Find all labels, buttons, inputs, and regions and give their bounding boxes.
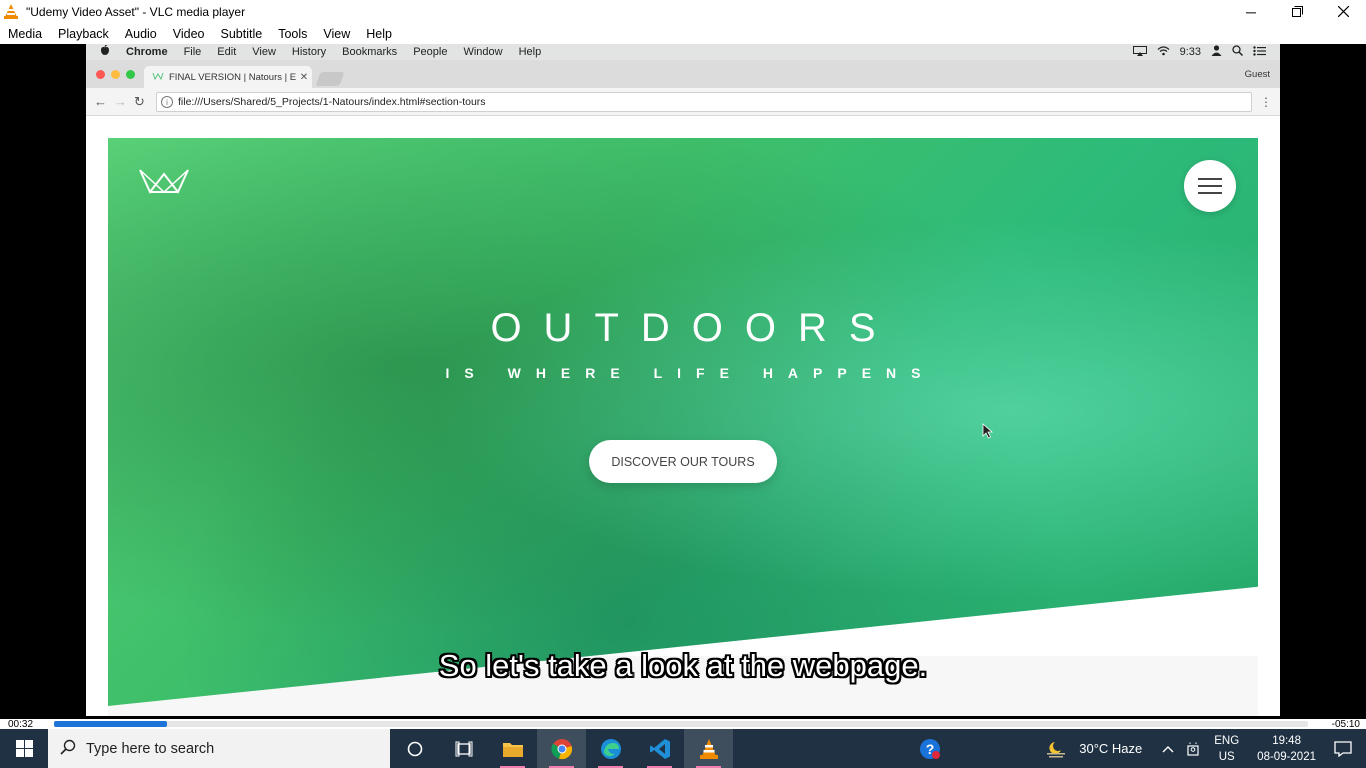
menu-playback[interactable]: Playback	[50, 27, 117, 41]
help-icon[interactable]: ?	[913, 738, 947, 760]
mac-menu-help: Help	[518, 46, 542, 58]
chrome-tabbar: FINAL VERSION | Natours | Ex ✕ Guest	[86, 60, 1280, 88]
mac-minimize-dot	[111, 70, 120, 79]
hero-section: OUTDOORS IS WHERE LIFE HAPPENS DISCOVER …	[108, 138, 1258, 706]
mac-clock: 9:33	[1179, 46, 1201, 58]
mac-menu-chrome: Chrome	[126, 46, 168, 58]
system-tray: ? 30°C Haze ENG US 19:48 08-09-2021	[913, 729, 1366, 768]
mac-zoom-dot	[126, 70, 135, 79]
show-hidden-icons-icon[interactable]	[1156, 745, 1180, 753]
chrome-menu-icon: ⋮	[1260, 95, 1272, 109]
start-button[interactable]	[0, 729, 48, 768]
menu-audio[interactable]: Audio	[117, 27, 165, 41]
favicon-icon	[152, 72, 164, 83]
windows-logo-icon	[15, 740, 33, 757]
menu-subtitle[interactable]: Subtitle	[213, 27, 271, 41]
video-frame: Chrome File Edit View History Bookmarks …	[86, 44, 1280, 716]
forward-icon: →	[114, 94, 127, 109]
mac-menu-bookmarks: Bookmarks	[342, 46, 398, 58]
weather-icon[interactable]	[1039, 740, 1073, 758]
vlc-cone-icon	[4, 4, 20, 20]
region-code: US	[1218, 750, 1235, 763]
back-icon: ←	[94, 94, 107, 109]
video-subtitle: So let's take a look at the webpage.	[438, 648, 928, 683]
mac-menu-edit: Edit	[217, 46, 237, 58]
mac-menu-window: Window	[463, 46, 503, 58]
lang-code: ENG	[1214, 734, 1240, 747]
reload-icon: ↻	[134, 94, 145, 109]
user-icon	[1211, 45, 1222, 59]
notifications-icon[interactable]	[1326, 740, 1366, 757]
profile-label: Guest	[1244, 69, 1270, 80]
clock-date: 08-09-2021	[1257, 750, 1316, 763]
meet-now-icon[interactable]	[1180, 742, 1206, 756]
video-area[interactable]: Chrome File Edit View History Bookmarks …	[0, 44, 1366, 719]
airplay-icon	[1132, 45, 1147, 59]
menu-tools[interactable]: Tools	[270, 27, 315, 41]
chrome-toolbar: ← → ↻ i file:///Users/Shared/5_Projects/…	[86, 88, 1280, 116]
taskbar-clock[interactable]: 19:48 08-09-2021	[1247, 733, 1326, 765]
language-indicator[interactable]: ENG US	[1206, 733, 1247, 765]
minimize-button[interactable]: ─	[1228, 0, 1274, 23]
menu-view[interactable]: View	[315, 27, 358, 41]
vlc-titlebar: "Udemy Video Asset" - VLC media player ─	[0, 0, 1366, 23]
task-view-icon[interactable]	[439, 729, 488, 768]
url-text: file:///Users/Shared/5_Projects/1-Natour…	[178, 96, 486, 108]
close-button[interactable]	[1320, 0, 1366, 23]
mac-menu-file: File	[183, 46, 202, 58]
taskbar-search-box[interactable]: Type here to search	[48, 729, 390, 768]
notification-center-icon	[1253, 45, 1266, 59]
menu-help[interactable]: Help	[358, 27, 400, 41]
spotlight-icon	[1232, 45, 1244, 59]
search-placeholder: Type here to search	[86, 740, 215, 757]
window-title: "Udemy Video Asset" - VLC media player	[26, 4, 246, 19]
webpage: OUTDOORS IS WHERE LIFE HAPPENS DISCOVER …	[86, 116, 1280, 716]
hero-tagline: IS WHERE LIFE HAPPENS	[445, 365, 936, 381]
seek-progress	[54, 721, 167, 727]
vscode-icon[interactable]	[635, 729, 684, 768]
menu-video[interactable]: Video	[165, 27, 213, 41]
search-icon	[60, 739, 76, 759]
address-bar: i file:///Users/Shared/5_Projects/1-Nato…	[156, 92, 1252, 112]
edge-icon[interactable]	[586, 729, 635, 768]
weather-label[interactable]: 30°C Haze	[1073, 741, 1156, 756]
vlc-taskbar-icon[interactable]	[684, 729, 733, 768]
new-tab-icon	[315, 72, 345, 86]
browser-tab: FINAL VERSION | Natours | Ex ✕	[144, 66, 312, 88]
clock-time: 19:48	[1272, 734, 1301, 747]
chrome-taskbar-icon[interactable]	[537, 729, 586, 768]
file-explorer-icon[interactable]	[488, 729, 537, 768]
seekbar: 00:32 -05:10	[0, 719, 1366, 730]
hamburger-menu-icon	[1184, 160, 1236, 212]
windows-taskbar: Type here to search ? 30°C Haze ENG US 1…	[0, 729, 1366, 768]
hero-title: OUTDOORS	[490, 306, 898, 350]
seek-slider[interactable]	[54, 721, 1308, 727]
maximize-button[interactable]	[1274, 0, 1320, 23]
discover-tours-button: DISCOVER OUR TOURS	[589, 440, 777, 483]
mac-menubar: Chrome File Edit View History Bookmarks …	[86, 44, 1280, 60]
wifi-icon	[1157, 45, 1170, 59]
info-icon: i	[161, 96, 173, 108]
vlc-menubar: Media Playback Audio Video Subtitle Tool…	[0, 23, 1366, 44]
mac-menu-view: View	[252, 46, 276, 58]
mac-menu-people: People	[413, 46, 448, 58]
tab-title: FINAL VERSION | Natours | Ex	[169, 71, 296, 83]
mac-close-dot	[96, 70, 105, 79]
apple-icon	[86, 44, 118, 59]
menu-media[interactable]: Media	[0, 27, 50, 41]
mac-menu-history: History	[291, 46, 327, 58]
natours-logo-icon	[138, 166, 190, 201]
mouse-cursor-icon	[982, 423, 994, 444]
tab-close-icon: ✕	[299, 71, 309, 83]
cortana-icon[interactable]	[390, 729, 439, 768]
